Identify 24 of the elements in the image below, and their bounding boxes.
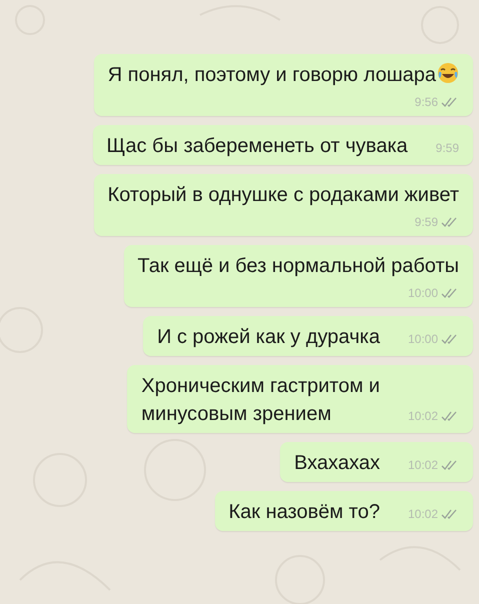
double-check-icon [441, 508, 459, 520]
message-text: И с рожей как у дурачка [157, 325, 380, 350]
double-check-icon [441, 288, 459, 298]
message-text: Щас бы забеременеть от чувака [106, 134, 408, 159]
message-time: 10:00 [408, 285, 438, 302]
message-text: Который в однушке с родаками живет [108, 183, 459, 208]
message-text: Как назовём то? [228, 500, 380, 525]
message-time: 10:02 [408, 506, 438, 523]
double-check-icon [441, 460, 459, 470]
message-text: Так ещё и без нормальной работы [138, 254, 459, 279]
message-time: 9:56 [414, 94, 438, 111]
double-check-icon [441, 334, 459, 344]
message-time: 9:59 [414, 214, 438, 231]
message-time: 9:59 [436, 140, 459, 157]
message-text: Я понял, поэтому и говорю лошара [108, 61, 459, 89]
laughing-emoji-icon [437, 62, 459, 84]
message-time: 10:00 [408, 331, 438, 348]
message-time: 10:02 [408, 457, 438, 474]
message-time: 10:02 [408, 408, 438, 425]
message-text: Хроническим гастритом и минусовым зрением [141, 374, 380, 427]
double-check-icon [441, 410, 459, 422]
double-check-icon [441, 96, 459, 108]
double-check-icon [441, 216, 459, 228]
message-text: Вхахахах [294, 451, 380, 476]
